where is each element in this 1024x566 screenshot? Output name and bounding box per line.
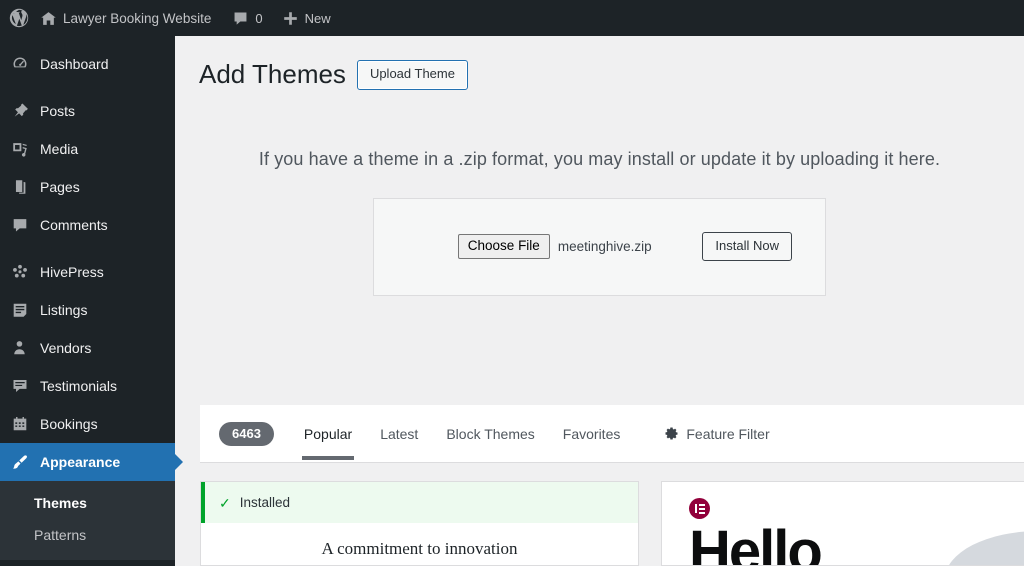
media-icon bbox=[10, 139, 30, 159]
choose-file-button[interactable]: Choose File bbox=[457, 233, 550, 260]
upload-instructions-text: If you have a theme in a .zip format, yo… bbox=[258, 148, 941, 169]
sidebar-item-label: Media bbox=[40, 141, 79, 157]
sidebar-item-label: Posts bbox=[40, 103, 76, 119]
site-name-label: Lawyer Booking Website bbox=[63, 10, 212, 26]
vendor-user-icon bbox=[10, 338, 30, 358]
hivepress-icon bbox=[10, 262, 30, 282]
sidebar-item-label: Testimonials bbox=[40, 378, 118, 394]
sidebar-item-listings[interactable]: Listings bbox=[0, 291, 175, 329]
install-now-button[interactable]: Install Now bbox=[702, 231, 792, 262]
theme-card-installed[interactable]: ✓ Installed A commitment to innovation bbox=[200, 481, 639, 566]
sidebar-item-vendors[interactable]: Vendors bbox=[0, 329, 175, 367]
site-name-menu[interactable]: Lawyer Booking Website bbox=[37, 0, 220, 36]
admin-sidebar-menu: Dashboard Posts Media Pages Comments Hiv… bbox=[0, 36, 183, 566]
wordpress-logo-icon bbox=[9, 8, 29, 28]
sidebar-item-label: HivePress bbox=[40, 264, 104, 280]
tab-popular[interactable]: Popular bbox=[290, 408, 366, 460]
new-content-menu[interactable]: New bbox=[272, 0, 340, 36]
submenu-item-themes[interactable]: Themes bbox=[0, 487, 175, 519]
sidebar-item-testimonials[interactable]: Testimonials bbox=[0, 367, 175, 405]
paintbrush-icon bbox=[10, 452, 30, 472]
menu-spacer-top bbox=[0, 36, 175, 45]
sidebar-item-bookings[interactable]: Bookings bbox=[0, 405, 175, 443]
page-header: Add Themes Upload Theme bbox=[175, 36, 1024, 92]
screenshot-headline: A commitment to innovation bbox=[321, 539, 518, 558]
sidebar-item-label: Bookings bbox=[40, 416, 98, 432]
tab-block-themes[interactable]: Block Themes bbox=[432, 408, 548, 460]
main-content-area: Add Themes Upload Theme If you have a th… bbox=[175, 36, 1024, 566]
page-title: Add Themes bbox=[199, 59, 346, 89]
sidebar-item-posts[interactable]: Posts bbox=[0, 92, 175, 130]
admin-bar: Lawyer Booking Website 0 New bbox=[0, 0, 1024, 36]
sidebar-item-hivepress[interactable]: HivePress bbox=[0, 253, 175, 291]
theme-filter-bar: 6463 Popular Latest Block Themes Favorit… bbox=[200, 405, 1024, 463]
checkmark-icon: ✓ bbox=[219, 494, 231, 511]
plus-icon bbox=[282, 10, 299, 27]
submenu-item-patterns[interactable]: Patterns bbox=[0, 519, 175, 551]
sidebar-item-label: Comments bbox=[40, 217, 108, 233]
sidebar-item-label: Listings bbox=[40, 302, 88, 318]
appearance-submenu: Themes Patterns bbox=[0, 481, 175, 560]
theme-card-hello-elementor[interactable]: Hello bbox=[661, 481, 1024, 566]
theme-count-badge: 6463 bbox=[219, 421, 274, 446]
home-icon bbox=[40, 10, 57, 27]
theme-upload-panel: Choose File meetinghive.zip Install Now bbox=[373, 197, 826, 297]
dashboard-gauge-icon bbox=[10, 54, 30, 74]
theme-grid: ✓ Installed A commitment to innovation H… bbox=[200, 481, 1024, 566]
selected-file-name: meetinghive.zip bbox=[557, 238, 652, 254]
theme-upload-form: Choose File meetinghive.zip Install Now bbox=[374, 231, 825, 262]
feature-filter-label: Feature Filter bbox=[686, 425, 770, 442]
new-label: New bbox=[304, 10, 331, 26]
sidebar-item-label: Vendors bbox=[40, 340, 92, 356]
elementor-logo-icon bbox=[689, 498, 710, 519]
gear-icon bbox=[664, 426, 679, 441]
menu-separator-2 bbox=[0, 244, 175, 253]
comments-count: 0 bbox=[255, 10, 263, 26]
pin-icon bbox=[10, 101, 30, 121]
theme-screenshot: A commitment to innovation bbox=[201, 523, 638, 559]
sidebar-item-label: Appearance bbox=[40, 454, 121, 470]
pages-icon bbox=[10, 177, 30, 197]
sidebar-item-appearance[interactable]: Appearance bbox=[0, 443, 183, 481]
theme-screenshot: Hello bbox=[662, 482, 1024, 565]
sidebar-item-dashboard[interactable]: Dashboard bbox=[0, 45, 175, 83]
sidebar-item-media[interactable]: Media bbox=[0, 130, 175, 168]
installed-label: Installed bbox=[239, 495, 291, 510]
comment-bubble-icon bbox=[10, 215, 30, 235]
sidebar-item-label: Pages bbox=[40, 179, 80, 195]
upload-theme-button[interactable]: Upload Theme bbox=[356, 60, 468, 90]
menu-separator-1 bbox=[0, 83, 175, 92]
installed-notice: ✓ Installed bbox=[201, 482, 638, 523]
file-input-row[interactable]: Choose File meetinghive.zip bbox=[407, 233, 702, 260]
tab-latest[interactable]: Latest bbox=[366, 408, 432, 460]
comments-menu[interactable]: 0 bbox=[220, 0, 271, 36]
comment-bubble-icon bbox=[232, 10, 249, 27]
sidebar-item-comments[interactable]: Comments bbox=[0, 206, 175, 244]
testimonials-icon bbox=[10, 376, 30, 396]
sidebar-item-label: Dashboard bbox=[40, 56, 109, 72]
wordpress-logo-menu[interactable] bbox=[0, 0, 37, 36]
listings-icon bbox=[10, 300, 30, 320]
sidebar-item-pages[interactable]: Pages bbox=[0, 168, 175, 206]
calendar-icon bbox=[10, 414, 30, 434]
feature-filter-button[interactable]: Feature Filter bbox=[634, 407, 783, 460]
tab-favorites[interactable]: Favorites bbox=[549, 408, 635, 460]
